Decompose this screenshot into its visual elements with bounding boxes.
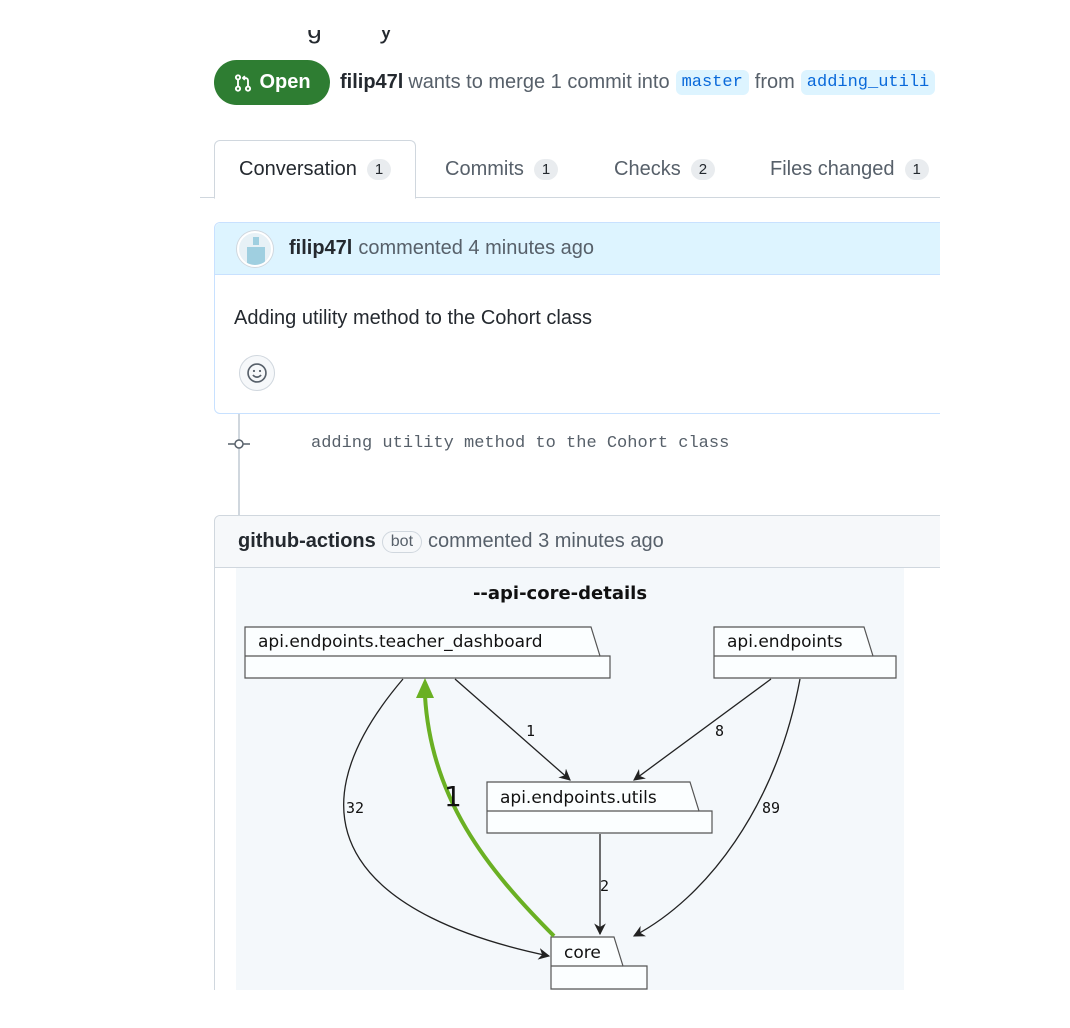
tab-files-changed[interactable]: Files changed 1 xyxy=(770,140,929,198)
identicon-avatar[interactable] xyxy=(237,230,273,267)
pr-state-badge: Open xyxy=(214,60,330,105)
edge-label: 1 xyxy=(526,722,535,740)
git-commit-icon xyxy=(228,439,250,449)
tab-label: Commits xyxy=(445,157,524,180)
package-endpoints: api.endpoints xyxy=(713,626,897,679)
package-label: api.endpoints.utils xyxy=(500,788,657,808)
tab-counter: 1 xyxy=(904,158,929,180)
comment-author[interactable]: filip47l xyxy=(289,237,352,260)
bot-comment-meta[interactable]: commented 3 minutes ago xyxy=(428,530,664,553)
edge-endpoints-to-utils xyxy=(633,678,772,781)
package-utils: api.endpoints.utils xyxy=(486,781,713,834)
comment-body: Adding utility method to the Cohort clas… xyxy=(234,307,592,329)
tab-counter: 2 xyxy=(690,158,716,180)
edge-label: 89 xyxy=(762,799,780,817)
package-core: core xyxy=(550,936,648,990)
commit-message-link[interactable]: adding utility method to the Cohort clas… xyxy=(311,434,729,453)
tab-conversation[interactable]: Conversation 1 xyxy=(214,140,417,199)
edge-label: 32 xyxy=(346,799,364,817)
from-text: from xyxy=(754,71,795,93)
pr-description-comment: filip47l commented 4 minutes ago Adding … xyxy=(214,222,940,414)
edge-label: 8 xyxy=(715,722,724,740)
tab-counter: 1 xyxy=(533,158,559,180)
package-label: core xyxy=(564,943,601,963)
pr-author-link[interactable]: filip47l xyxy=(340,71,403,94)
diagram-svg: --api-core-details api.endpoints.teacher… xyxy=(244,583,897,990)
tab-commits[interactable]: Commits 1 xyxy=(445,140,559,198)
tab-label: Checks xyxy=(614,157,681,180)
tab-label: Conversation xyxy=(239,158,357,180)
merge-summary: filip47l wants to merge 1 commit into ma… xyxy=(340,70,940,95)
pull-request-icon xyxy=(235,73,252,92)
edge-label: 2 xyxy=(600,877,609,895)
base-branch[interactable]: master xyxy=(675,70,749,95)
pr-tabs: Conversation 1 Commits 1 Checks 2 Files … xyxy=(200,140,940,199)
package-label: api.endpoints xyxy=(727,632,843,652)
tab-label: Files changed xyxy=(770,157,895,180)
highlight-arrowhead xyxy=(416,678,434,698)
bot-author[interactable]: github-actions xyxy=(238,530,376,553)
tab-checks[interactable]: Checks 2 xyxy=(614,140,716,198)
head-branch[interactable]: adding_utili xyxy=(800,70,936,95)
merge-text: wants to merge 1 commit into xyxy=(408,71,670,93)
timeline-line xyxy=(238,414,240,516)
pr-title-fragment: g y xyxy=(300,30,420,44)
smiley-icon[interactable] xyxy=(239,355,275,391)
tab-counter: 1 xyxy=(366,159,392,180)
bot-comment-header: github-actions bot commented 3 minutes a… xyxy=(215,516,940,568)
comment-header: filip47l commented 4 minutes ago xyxy=(215,223,940,275)
pr-state-label: Open xyxy=(259,71,311,93)
dependency-diagram: --api-core-details api.endpoints.teacher… xyxy=(236,568,904,990)
package-label: api.endpoints.teacher_dashboard xyxy=(258,632,543,652)
edge-label: 1 xyxy=(444,780,462,813)
diagram-title: --api-core-details xyxy=(473,583,647,604)
edge-teacher-dashboard-to-utils xyxy=(454,678,571,781)
page-clip: g y Open filip47l wants to merge 1 commi… xyxy=(0,0,940,990)
package-teacher-dashboard: api.endpoints.teacher_dashboard xyxy=(244,626,611,679)
bot-badge: bot xyxy=(381,530,423,553)
comment-meta[interactable]: commented 4 minutes ago xyxy=(358,237,594,260)
